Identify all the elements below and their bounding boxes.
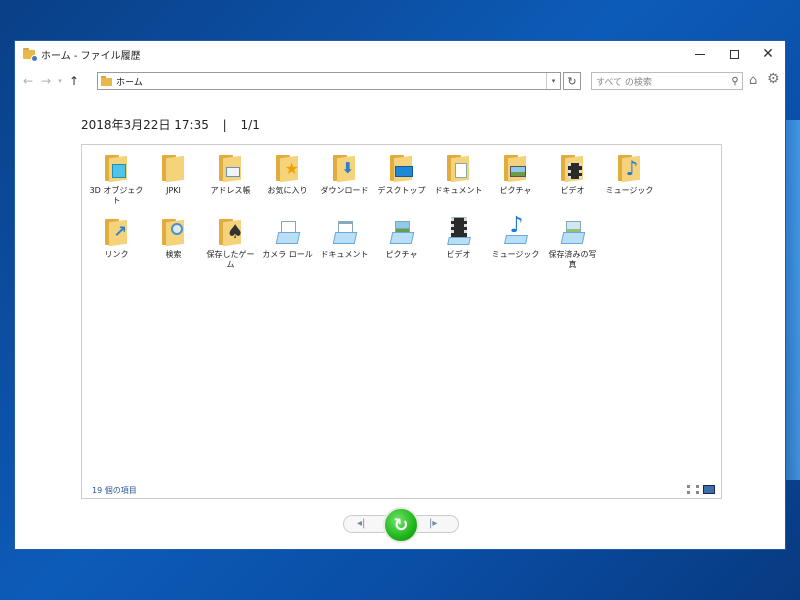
refresh-icon: ↻ [567, 74, 577, 88]
item-label: 3D オブジェクト [89, 186, 144, 205]
list-item[interactable]: ♪ ミュージック [487, 215, 544, 279]
file-history-window: ホーム - ファイル履歴 ✕ ← → ▾ ↑ ホーム ▾ ↻ すべて の検索 ⚲… [14, 40, 786, 550]
item-label: デスクトップ [377, 186, 426, 195]
list-item[interactable]: デスクトップ [373, 151, 430, 215]
view-switcher [687, 485, 715, 494]
backup-page-indicator: 1/1 [240, 118, 260, 132]
backup-date: 2018年3月22日 17:35 [81, 118, 209, 132]
library-saved-pictures-icon [559, 217, 587, 247]
list-item[interactable]: ↗ リンク [88, 215, 145, 279]
timestamp-separator: | [222, 118, 227, 132]
gear-icon[interactable]: ⚙ [767, 71, 780, 87]
address-text: ホーム [116, 77, 143, 88]
restore-button[interactable]: ↻ [383, 507, 419, 543]
item-label: ドキュメント [320, 250, 369, 259]
list-item[interactable]: 検索 [145, 215, 202, 279]
list-item[interactable]: ビデオ [430, 215, 487, 279]
window-title: ホーム - ファイル履歴 [41, 50, 141, 62]
library-videos-icon [445, 217, 473, 247]
library-music-icon: ♪ [502, 215, 530, 247]
folder-searches-icon [160, 217, 188, 247]
item-label: ピクチャ [385, 250, 418, 259]
forward-arrow-icon[interactable]: → [37, 74, 55, 88]
item-label: JPKI [166, 186, 181, 195]
list-item[interactable]: ♠ 保存したゲーム [202, 215, 259, 279]
recent-dropdown-icon[interactable]: ▾ [55, 77, 65, 85]
library-camera-roll-icon [274, 217, 302, 247]
list-item[interactable]: アドレス帳 [202, 151, 259, 215]
list-item[interactable]: ピクチャ [373, 215, 430, 279]
file-history-app-icon [23, 47, 38, 62]
item-count: 19 個の項目 [92, 486, 137, 495]
previous-version-icon[interactable]: ◂| [357, 518, 365, 529]
list-item[interactable]: ★ お気に入り [259, 151, 316, 215]
item-label: ミュージック [605, 186, 654, 195]
up-arrow-icon[interactable]: ↑ [65, 74, 83, 88]
folder-documents-icon [445, 153, 473, 183]
refresh-button[interactable]: ↻ [563, 72, 581, 90]
list-item[interactable]: JPKI [145, 151, 202, 215]
folder-music-icon: ♪ [616, 153, 644, 183]
item-label: 保存済みの写真 [548, 250, 597, 269]
address-bar[interactable]: ホーム ▾ [97, 72, 561, 90]
list-item[interactable]: カメラ ロール [259, 215, 316, 279]
folder-3d-objects-icon [103, 153, 131, 183]
folder-videos-icon [559, 153, 587, 183]
restore-icon: ↻ [393, 514, 409, 536]
item-label: アドレス帳 [210, 186, 251, 195]
title-bar[interactable]: ホーム - ファイル履歴 ✕ [15, 41, 785, 67]
back-arrow-icon[interactable]: ← [19, 74, 37, 88]
address-dropdown-icon[interactable]: ▾ [546, 73, 560, 89]
next-version-icon[interactable]: |▸ [429, 518, 437, 529]
details-view-icon[interactable] [687, 485, 699, 494]
list-item[interactable]: 保存済みの写真 [544, 215, 601, 279]
item-label: 検索 [165, 250, 182, 259]
list-item[interactable]: ドキュメント [430, 151, 487, 215]
folder-saved-games-icon: ♠ [217, 217, 245, 247]
list-item[interactable]: ドキュメント [316, 215, 373, 279]
list-item[interactable]: ビデオ [544, 151, 601, 215]
list-item[interactable]: ⬇ ダウンロード [316, 151, 373, 215]
item-label: ミュージック [491, 250, 540, 259]
home-icon[interactable]: ⌂ [749, 73, 757, 88]
folder-desktop-icon [388, 153, 416, 183]
home-folder-icon [101, 76, 113, 86]
library-documents-icon [331, 217, 359, 247]
item-label: ダウンロード [320, 186, 369, 195]
item-label: お気に入り [267, 186, 308, 195]
folder-icon [160, 153, 188, 183]
item-label: ピクチャ [499, 186, 532, 195]
list-item[interactable]: 3D オブジェクト [88, 151, 145, 215]
folder-links-icon: ↗ [103, 217, 131, 247]
minimize-icon [695, 53, 705, 55]
search-placeholder: すべて の検索 [596, 77, 652, 88]
library-pictures-icon [388, 217, 416, 247]
item-label: ドキュメント [434, 186, 483, 195]
search-box[interactable]: すべて の検索 ⚲ [591, 72, 743, 90]
folder-downloads-icon: ⬇ [331, 153, 359, 183]
item-label: ビデオ [446, 250, 471, 259]
close-button[interactable]: ✕ [751, 41, 785, 67]
backup-timestamp: 2018年3月22日 17:35 | 1/1 [81, 116, 260, 133]
folder-favorites-icon: ★ [274, 153, 302, 183]
navigation-bar: ← → ▾ ↑ ホーム ▾ ↻ すべて の検索 ⚲ ⌂ ⚙ [15, 67, 785, 95]
item-label: 保存したゲーム [206, 250, 255, 269]
folder-contacts-icon [217, 153, 245, 183]
large-icons-view-icon[interactable] [703, 485, 715, 494]
playback-controls: ◂| |▸ ↻ [343, 507, 463, 543]
maximize-icon [729, 49, 739, 59]
minimize-button[interactable] [683, 41, 717, 67]
search-icon: ⚲ [731, 75, 739, 87]
list-item[interactable]: ピクチャ [487, 151, 544, 215]
list-item[interactable]: ♪ ミュージック [601, 151, 658, 215]
item-label: ビデオ [560, 186, 585, 195]
item-label: カメラ ロール [262, 250, 313, 259]
close-icon: ✕ [762, 46, 774, 62]
item-grid: 3D オブジェクト JPKI アドレス帳 ★ お気に入り ⬇ ダウンロード デス… [88, 151, 714, 279]
folder-pictures-icon [502, 153, 530, 183]
backup-contents-panel: 3D オブジェクト JPKI アドレス帳 ★ お気に入り ⬇ ダウンロード デス… [81, 144, 722, 499]
maximize-button[interactable] [717, 41, 751, 67]
item-label: リンク [104, 250, 129, 259]
